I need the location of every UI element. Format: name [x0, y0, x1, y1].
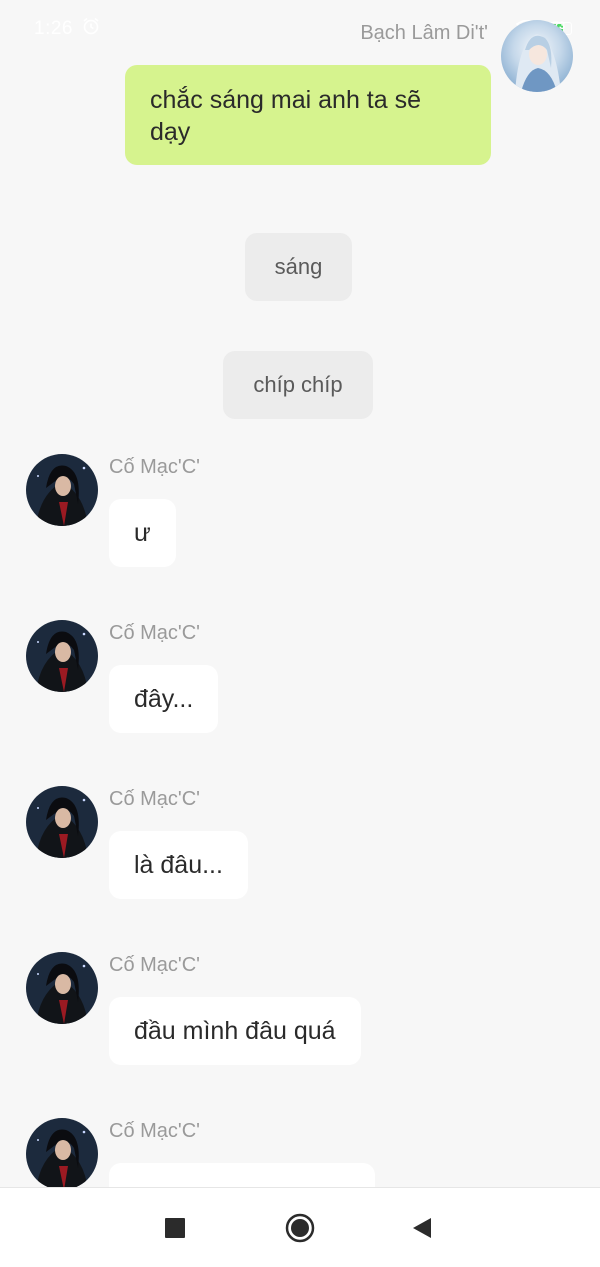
avatar-image — [501, 20, 573, 92]
sender-name: Cố Mạc'C' — [109, 788, 200, 810]
alarm-icon — [83, 17, 99, 35]
self-sender-name: Bạch Lâm Di't' — [360, 22, 488, 44]
avatar[interactable] — [26, 620, 98, 692]
message-bubble[interactable]: đây... — [109, 665, 219, 733]
avatar[interactable] — [26, 786, 98, 858]
system-message: chíp chíp — [223, 351, 373, 419]
status-time: 1:26 — [34, 18, 73, 39]
sender-name: Cố Mạc'C' — [109, 1120, 200, 1142]
avatar-image — [26, 952, 98, 1024]
system-message: sáng — [245, 233, 352, 301]
avatar-image — [26, 620, 98, 692]
recents-button[interactable] — [159, 1212, 191, 1244]
avatar-image — [26, 786, 98, 858]
back-button[interactable] — [406, 1212, 438, 1244]
recents-square-icon — [165, 1218, 185, 1238]
avatar-image — [26, 454, 98, 526]
back-triangle-icon — [413, 1218, 431, 1238]
avatar-image — [26, 1118, 98, 1190]
message-bubble[interactable]: là đâu... — [109, 831, 248, 899]
self-avatar[interactable] — [501, 20, 573, 92]
self-message-bubble[interactable]: chắc sáng mai anh ta sẽ dạy — [125, 65, 491, 165]
avatar[interactable] — [26, 1118, 98, 1190]
home-button[interactable] — [284, 1212, 316, 1244]
chat-screen: 1:26 73 Bạch Lâm Di't' chắc sáng mai anh… — [0, 0, 600, 1267]
avatar[interactable] — [26, 454, 98, 526]
message-bubble[interactable]: ư — [109, 499, 176, 567]
message-bubble[interactable]: đầu mình đâu quá — [109, 997, 361, 1065]
navigation-bar — [0, 1187, 600, 1267]
avatar[interactable] — [26, 952, 98, 1024]
sender-name: Cố Mạc'C' — [109, 456, 200, 478]
sender-name: Cố Mạc'C' — [109, 622, 200, 644]
sender-name: Cố Mạc'C' — [109, 954, 200, 976]
home-circle-icon — [285, 1213, 315, 1243]
